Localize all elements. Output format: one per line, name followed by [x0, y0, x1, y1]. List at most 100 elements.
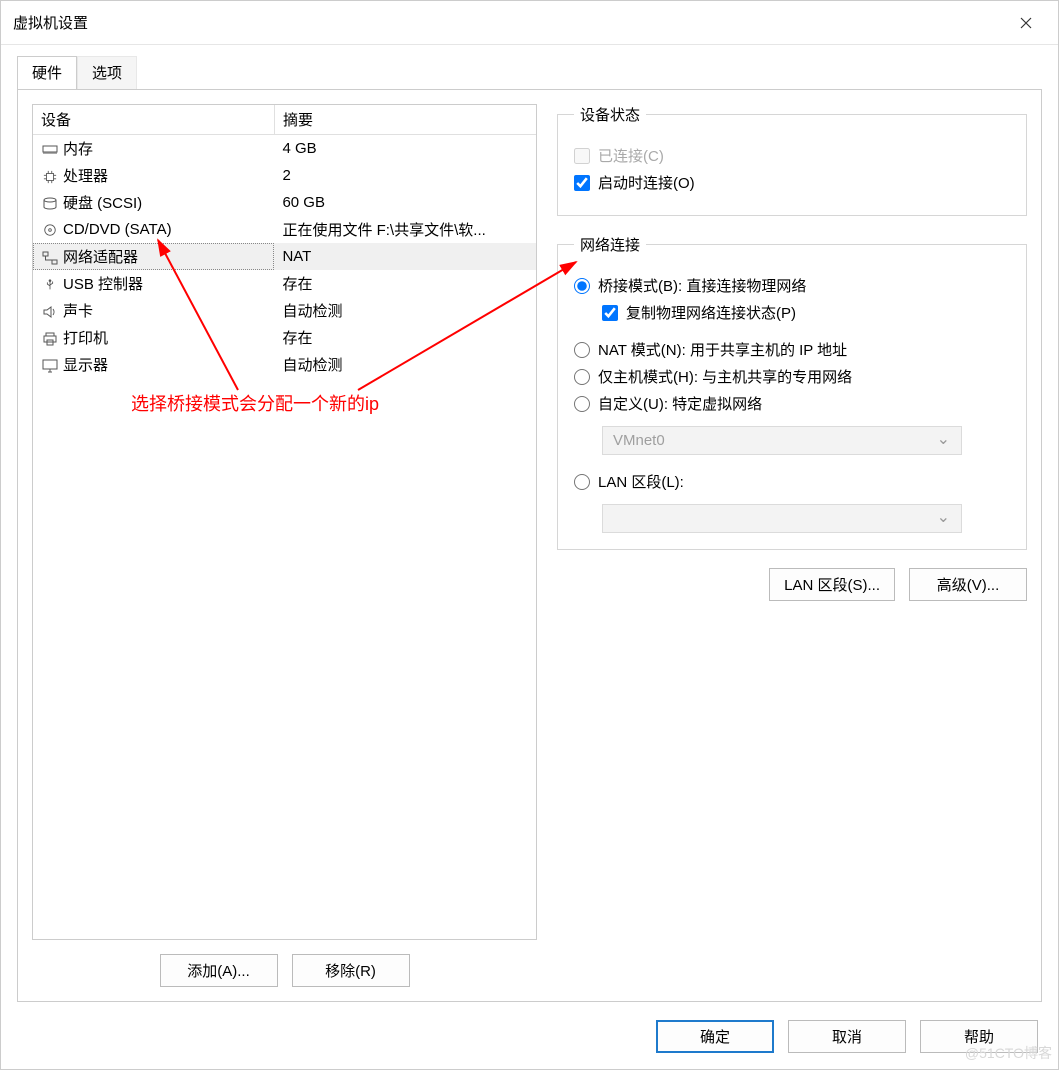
device-row[interactable]: 处理器 2 [33, 162, 536, 189]
bridged-radio[interactable]: 桥接模式(B): 直接连接物理网络 [574, 275, 1010, 296]
device-name: 硬盘 (SCSI) [63, 195, 142, 212]
connected-input [574, 148, 590, 164]
memory-icon [41, 141, 59, 158]
tab-hardware[interactable]: 硬件 [17, 56, 77, 90]
left-button-row: 添加(A)... 移除(R) [32, 954, 537, 987]
right-button-row: LAN 区段(S)... 高级(V)... [557, 568, 1027, 601]
ok-button[interactable]: 确定 [656, 1020, 774, 1053]
disk-icon [41, 195, 59, 212]
custom-input[interactable] [574, 396, 590, 412]
device-state-legend: 设备状态 [574, 104, 646, 125]
device-name: 网络适配器 [63, 249, 138, 266]
right-column: 设备状态 已连接(C) 启动时连接(O) 网络连接 桥接模式(B): 直接连接物… [557, 104, 1027, 987]
bridged-input[interactable] [574, 278, 590, 294]
device-name-cell: 内存 [33, 135, 274, 163]
device-row[interactable]: 网络适配器 NAT [33, 243, 536, 270]
device-name-cell: 处理器 [33, 162, 274, 189]
hostonly-input[interactable] [574, 369, 590, 385]
device-summary-cell: 60 GB [274, 189, 536, 216]
tabstrip: 硬件 选项 [1, 45, 1058, 89]
nat-radio[interactable]: NAT 模式(N): 用于共享主机的 IP 地址 [574, 339, 1010, 360]
device-name: CD/DVD (SATA) [63, 221, 172, 238]
device-summary-cell: 自动检测 [274, 297, 536, 324]
device-row[interactable]: 显示器 自动检测 [33, 351, 536, 378]
connect-at-poweron-checkbox[interactable]: 启动时连接(O) [574, 172, 1010, 193]
device-summary-cell: 自动检测 [274, 351, 536, 378]
connected-label: 已连接(C) [598, 145, 664, 166]
left-column: 设备 摘要 内存4 GB处理器2硬盘 (SCSI)60 GBCD/DVD (SA… [32, 104, 537, 987]
nat-label: NAT 模式(N): 用于共享主机的 IP 地址 [598, 339, 847, 360]
network-icon [41, 249, 59, 266]
replicate-label: 复制物理网络连接状态(P) [626, 302, 796, 323]
help-button[interactable]: 帮助 [920, 1020, 1038, 1053]
cpu-icon [41, 168, 59, 185]
network-connection-group: 网络连接 桥接模式(B): 直接连接物理网络 复制物理网络连接状态(P) NAT… [557, 234, 1027, 550]
device-name: USB 控制器 [63, 276, 143, 293]
lan-label: LAN 区段(L): [598, 471, 684, 492]
network-connection-legend: 网络连接 [574, 234, 646, 255]
custom-select-wrap: VMnet0 [602, 426, 962, 455]
sound-icon [41, 303, 59, 320]
device-name: 打印机 [63, 330, 108, 347]
device-name-cell: 网络适配器 [33, 243, 274, 270]
usb-icon [41, 276, 59, 293]
custom-label: 自定义(U): 特定虚拟网络 [598, 393, 762, 414]
add-button[interactable]: 添加(A)... [160, 954, 278, 987]
device-summary-cell: 2 [274, 162, 536, 189]
cancel-button[interactable]: 取消 [788, 1020, 906, 1053]
device-name-cell: 硬盘 (SCSI) [33, 189, 274, 216]
bridged-label: 桥接模式(B): 直接连接物理网络 [598, 275, 806, 296]
hostonly-radio[interactable]: 仅主机模式(H): 与主机共享的专用网络 [574, 366, 1010, 387]
device-name: 处理器 [63, 168, 108, 185]
device-summary-cell: 存在 [274, 270, 536, 297]
display-icon [41, 357, 59, 374]
lan-select [602, 504, 962, 533]
close-button[interactable] [1006, 3, 1046, 43]
connect-at-poweron-input[interactable] [574, 175, 590, 191]
device-summary-cell: NAT [274, 243, 536, 270]
col-device[interactable]: 设备 [33, 105, 274, 135]
advanced-button[interactable]: 高级(V)... [909, 568, 1027, 601]
device-name-cell: USB 控制器 [33, 270, 274, 297]
device-name-cell: 打印机 [33, 324, 274, 351]
replicate-input[interactable] [602, 305, 618, 321]
device-row[interactable]: USB 控制器 存在 [33, 270, 536, 297]
lan-input[interactable] [574, 474, 590, 490]
remove-button[interactable]: 移除(R) [292, 954, 410, 987]
device-row[interactable]: 内存4 GB [33, 135, 536, 163]
device-name-cell: 声卡 [33, 297, 274, 324]
lan-radio[interactable]: LAN 区段(L): [574, 471, 1010, 492]
device-row[interactable]: 硬盘 (SCSI) 60 GB [33, 189, 536, 216]
device-name-cell: 显示器 [33, 351, 274, 378]
device-list[interactable]: 设备 摘要 内存4 GB处理器2硬盘 (SCSI)60 GBCD/DVD (SA… [32, 104, 537, 940]
lan-segments-button[interactable]: LAN 区段(S)... [769, 568, 895, 601]
device-row[interactable]: CD/DVD (SATA) 正在使用文件 F:\共享文件\软... [33, 216, 536, 243]
close-icon [1020, 17, 1032, 29]
device-summary-cell: 正在使用文件 F:\共享文件\软... [274, 216, 536, 243]
connected-checkbox: 已连接(C) [574, 145, 1010, 166]
device-summary-cell: 存在 [274, 324, 536, 351]
device-row[interactable]: 声卡 自动检测 [33, 297, 536, 324]
device-state-group: 设备状态 已连接(C) 启动时连接(O) [557, 104, 1027, 216]
cd-icon [41, 221, 59, 238]
device-row[interactable]: 打印机 存在 [33, 324, 536, 351]
tab-body: 设备 摘要 内存4 GB处理器2硬盘 (SCSI)60 GBCD/DVD (SA… [17, 89, 1042, 1002]
connect-at-poweron-label: 启动时连接(O) [598, 172, 695, 193]
device-name: 声卡 [63, 303, 93, 320]
custom-select: VMnet0 [602, 426, 962, 455]
nat-input[interactable] [574, 342, 590, 358]
device-name: 显示器 [63, 357, 108, 374]
lan-select-wrap [602, 504, 962, 533]
window-title: 虚拟机设置 [13, 12, 1006, 33]
device-summary-cell: 4 GB [274, 135, 536, 163]
vm-settings-window: 虚拟机设置 硬件 选项 设备 摘要 内存4 GB 处理器 2 硬盘 (SCSI) 60 … [0, 0, 1059, 1070]
device-name-cell: CD/DVD (SATA) [33, 216, 274, 243]
dialog-footer: 确定 取消 帮助 [1, 1010, 1058, 1069]
hostonly-label: 仅主机模式(H): 与主机共享的专用网络 [598, 366, 852, 387]
col-summary[interactable]: 摘要 [274, 105, 536, 135]
custom-radio[interactable]: 自定义(U): 特定虚拟网络 [574, 393, 1010, 414]
titlebar: 虚拟机设置 [1, 1, 1058, 45]
replicate-checkbox[interactable]: 复制物理网络连接状态(P) [602, 302, 1010, 323]
tab-options[interactable]: 选项 [77, 56, 137, 90]
printer-icon [41, 330, 59, 347]
